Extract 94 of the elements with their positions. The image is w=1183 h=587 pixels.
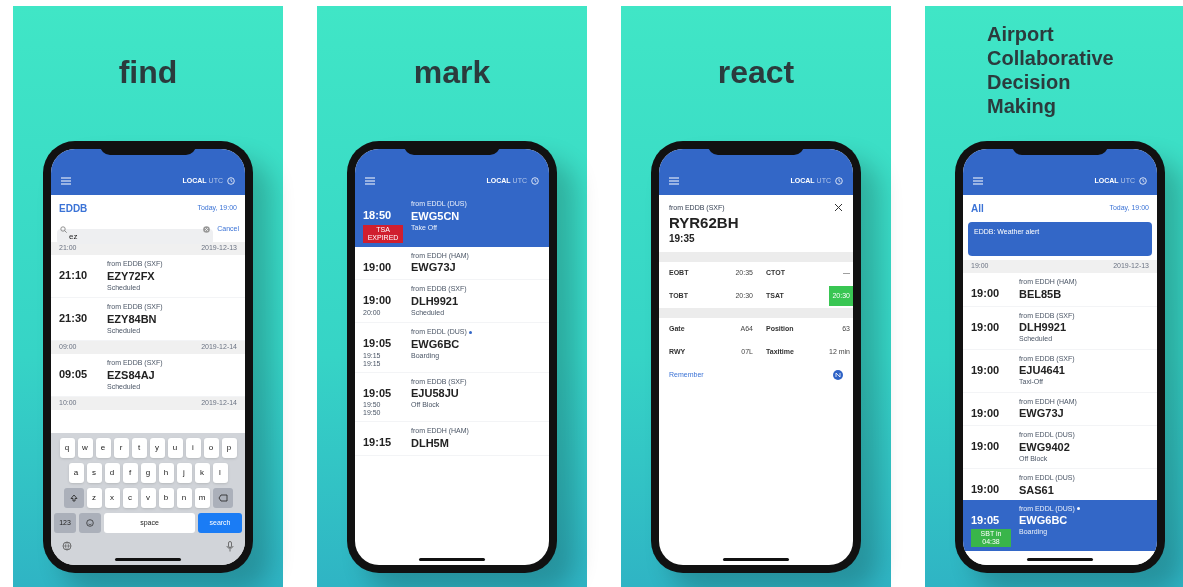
home-indicator [115, 558, 181, 561]
close-icon[interactable] [834, 203, 843, 212]
key[interactable]: t [131, 438, 147, 458]
callsign: EWG6BC [411, 337, 461, 351]
callsign: SAS61 [1019, 483, 1055, 497]
callsign: BEL85B [1019, 287, 1063, 301]
panel-heading: Collaborative [987, 46, 1114, 70]
departure-time: 19:00 [971, 319, 1001, 335]
menu-icon[interactable] [365, 177, 375, 185]
callsign: DLH9921 [411, 294, 460, 308]
menu-icon[interactable] [669, 177, 679, 185]
shift-key[interactable] [63, 488, 84, 508]
emoji-key[interactable] [79, 513, 101, 533]
clock-icon [1139, 177, 1147, 185]
callsign: DLH5M [411, 436, 450, 450]
callsign: EZY84BN [107, 312, 158, 326]
globe-icon [62, 541, 72, 551]
callsign: EZY72FX [107, 269, 156, 283]
key[interactable]: n [176, 488, 192, 508]
panel-heading: Making [987, 94, 1056, 118]
search-field[interactable]: ez [57, 229, 214, 244]
key[interactable]: m [194, 488, 210, 508]
departure-time: 19:00 [971, 362, 1001, 378]
smiley-icon [86, 519, 94, 527]
departure-time: 21:30 [59, 311, 89, 326]
menu-icon[interactable] [61, 177, 71, 185]
airport-filter[interactable]: EDDB [59, 201, 88, 216]
callsign: EWG6BC [1019, 514, 1069, 527]
clock-icon [227, 177, 235, 185]
departure-time: 19:00 [971, 405, 1001, 421]
panel-heading: react [717, 52, 795, 92]
departure-time: 09:05 [59, 367, 89, 382]
airport-filter[interactable]: All [971, 201, 984, 216]
departure-time: 19:00 [971, 439, 1001, 454]
key[interactable]: q [59, 438, 75, 458]
menu-icon[interactable] [973, 177, 983, 185]
key[interactable]: o [203, 438, 219, 458]
key[interactable]: y [149, 438, 165, 458]
panel-heading: Airport [987, 22, 1054, 46]
key[interactable]: g [140, 463, 156, 483]
callsign: EJU4641 [1019, 364, 1066, 377]
key[interactable]: r [113, 438, 129, 458]
departure-time: 19:05 [971, 512, 1001, 528]
shift-icon [69, 494, 78, 502]
callsign: EWG73J [411, 261, 457, 274]
callsign: EZS84AJ [107, 368, 156, 382]
key[interactable]: s [86, 463, 102, 483]
departure-time: 19:05 [363, 385, 393, 401]
key[interactable]: l [212, 463, 228, 483]
callsign: DLH9921 [1019, 321, 1068, 334]
departure-time: 19:15 [363, 435, 393, 450]
callsign: EJU58JU [411, 387, 460, 400]
departure-time: 19:00 [363, 293, 393, 308]
key[interactable]: i [185, 438, 201, 458]
home-indicator [1027, 558, 1093, 561]
departure-time: 19:00 [363, 259, 393, 275]
callsign: EWG5CN [411, 209, 461, 223]
panel-heading: mark [413, 52, 491, 92]
callsign: EWG73J [1019, 407, 1065, 420]
departure-time: 18:50 [363, 208, 393, 223]
key[interactable]: b [158, 488, 174, 508]
clear-icon [203, 226, 211, 233]
backspace-icon [217, 494, 228, 502]
panel-heading: Decision [987, 70, 1071, 94]
callsign: EWG9402 [1019, 440, 1071, 454]
home-indicator [723, 558, 789, 561]
callsign: RYR62BH [669, 213, 739, 231]
departure-time: 19:00 [971, 482, 1001, 497]
key[interactable]: p [221, 438, 237, 458]
departure-time: 19:35 [669, 231, 695, 246]
clock-icon [531, 177, 539, 185]
key[interactable]: c [122, 488, 138, 508]
departure-time: 21:10 [59, 268, 89, 283]
key[interactable]: a [68, 463, 84, 483]
key[interactable]: z [86, 488, 102, 508]
key[interactable]: v [140, 488, 156, 508]
panel-heading: find [118, 52, 178, 92]
home-indicator [419, 558, 485, 561]
key[interactable]: d [104, 463, 120, 483]
key[interactable]: f [122, 463, 138, 483]
key[interactable]: h [158, 463, 174, 483]
microphone-icon [226, 541, 234, 552]
departure-time: 19:05 [363, 336, 393, 351]
clock-icon [835, 177, 843, 185]
key[interactable]: x [104, 488, 120, 508]
key[interactable]: k [194, 463, 210, 483]
key[interactable]: w [77, 438, 93, 458]
navigation-icon[interactable] [833, 369, 843, 380]
backspace-key[interactable] [212, 488, 233, 508]
key[interactable]: u [167, 438, 183, 458]
key[interactable]: j [176, 463, 192, 483]
key[interactable]: e [95, 438, 111, 458]
search-icon [60, 226, 67, 233]
departure-time: 19:00 [971, 286, 1001, 301]
